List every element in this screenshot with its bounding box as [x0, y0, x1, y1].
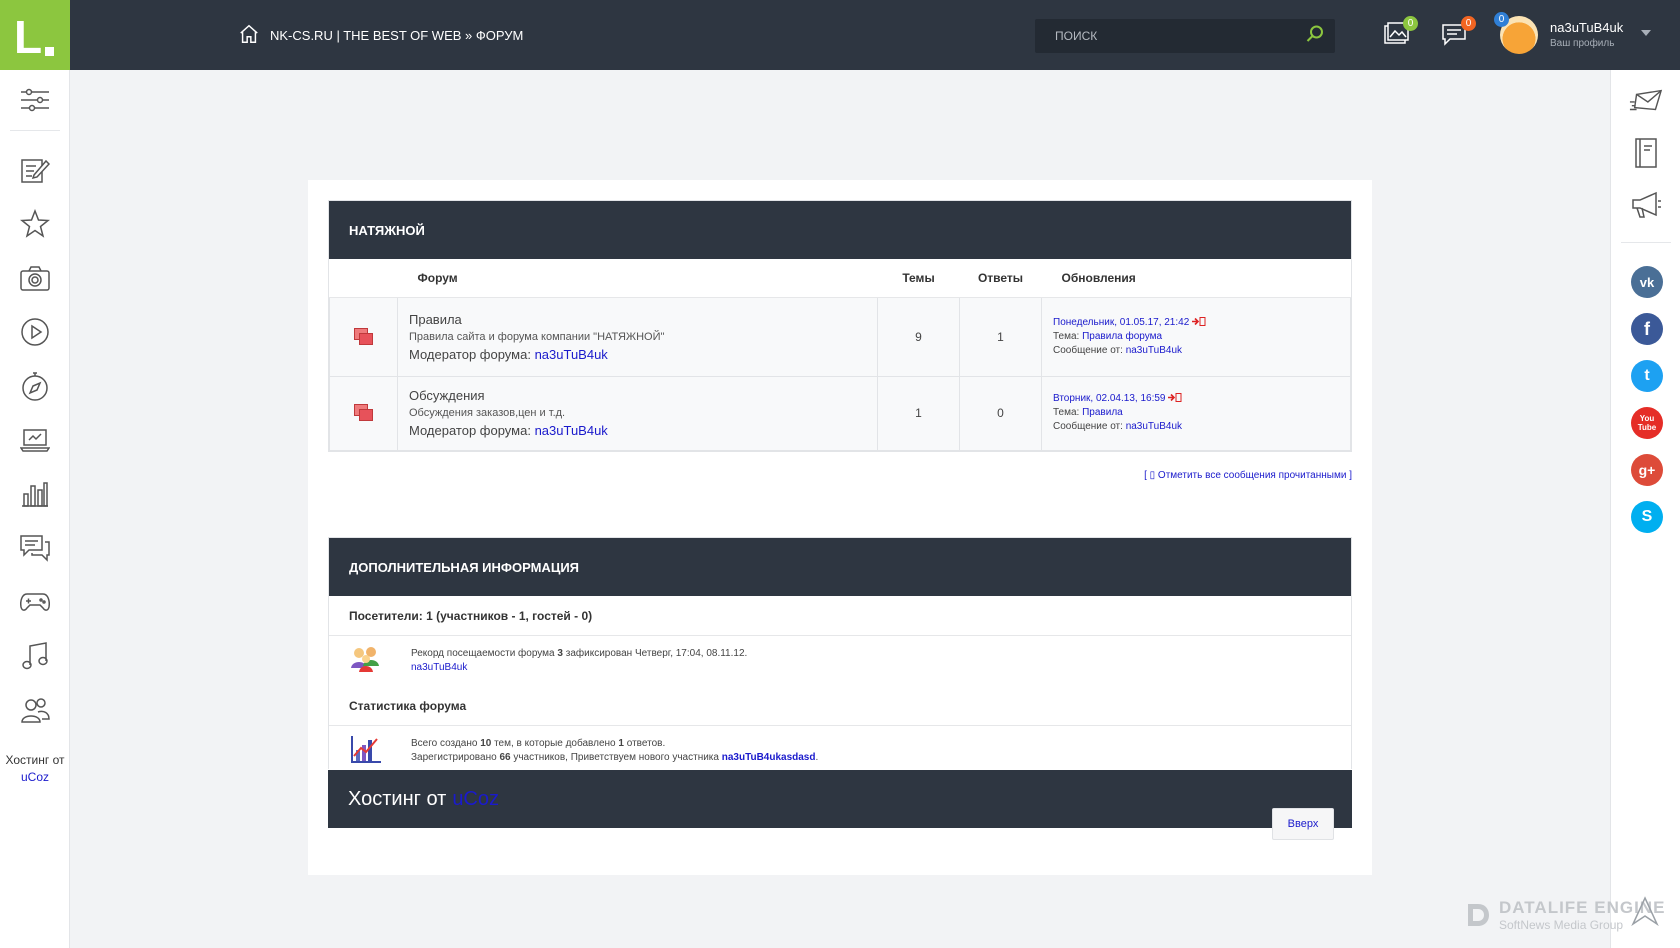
mark-all-read-link[interactable]: [ ▯ Отметить все сообщения прочитанными … [1144, 470, 1352, 481]
compass-icon[interactable] [19, 370, 51, 402]
forum-folder-icon [353, 404, 374, 422]
left-sidebar: Хостинг от uCoz [0, 70, 70, 948]
twitter-icon[interactable]: t [1631, 360, 1663, 392]
laptop-icon[interactable] [19, 424, 51, 456]
forum-description: Правила сайта и форума компании "НАТЯЖНО… [409, 330, 665, 343]
moderator-link[interactable]: na3uTuB4uk [535, 423, 608, 438]
music-note-icon[interactable] [19, 640, 51, 672]
gamepad-icon[interactable] [19, 586, 51, 618]
profile-subtitle[interactable]: Ваш профиль [1550, 38, 1623, 49]
breadcrumb-text[interactable]: NK-CS.RU | THE BEST OF WEB » ФОРУМ [270, 28, 523, 43]
forum-category-panel: НАТЯЖНОЙ Форум Темы Ответы Обновления Пр… [328, 200, 1352, 452]
visitors-title: Посетители: 1 (участников - 1, гостей - … [329, 596, 1351, 636]
topics-count: 1 [877, 375, 960, 451]
record-info: Рекорд посещаемости форума 3 зафиксирова… [329, 636, 1351, 686]
moderator-link[interactable]: na3uTuB4uk [535, 347, 608, 362]
hosting-credit: Хостинг от uCoz [0, 752, 70, 786]
forum-description: Обсуждения заказов,цен и т.д. [409, 407, 566, 419]
facebook-icon[interactable]: f [1631, 313, 1663, 345]
right-sidebar: vk f t You Tube g+ S [1610, 70, 1680, 948]
column-topics: Темы [877, 259, 960, 298]
last-post-date[interactable]: Понедельник, 01.05.17, 21:42 [1053, 317, 1189, 328]
forum-moderator: Модератор форума: na3uTuB4uk [409, 423, 608, 438]
forum-moderator: Модератор форума: na3uTuB4uk [409, 346, 608, 362]
replies-count: 1 [959, 296, 1042, 377]
last-topic-link[interactable]: Правила форума [1082, 331, 1162, 342]
messages-button[interactable]: 0 [1440, 16, 1476, 50]
chat-icon[interactable] [19, 532, 51, 564]
star-icon[interactable] [19, 208, 51, 240]
last-post-date[interactable]: Вторник, 02.04.13, 16:59 [1053, 393, 1165, 404]
profile-name[interactable]: na3uTuB4uk [1550, 20, 1623, 35]
site-logo[interactable]: L [0, 0, 70, 70]
footer-ucoz-link[interactable]: uCoz [452, 788, 499, 811]
forum-name[interactable]: Обсуждения [409, 388, 877, 403]
camera-icon[interactable] [19, 262, 51, 294]
last-update: Вторник, 02.04.13, 16:59 Тема: Правила С… [1041, 375, 1351, 451]
forum-row: Правила Правила сайта и форума компании … [329, 296, 1351, 377]
replies-count: 0 [959, 375, 1042, 451]
footer-bar: Хостинг от uCoz [328, 770, 1352, 828]
search-box [1035, 19, 1335, 53]
last-topic-link[interactable]: Правила [1082, 407, 1123, 418]
record-user-link[interactable]: na3uTuB4uk [411, 662, 467, 673]
forum-row: Обсуждения Обсуждения заказов,цен и т.д.… [329, 375, 1351, 451]
bar-chart-icon[interactable] [19, 478, 51, 510]
go-to-last-post-icon [1168, 393, 1182, 402]
settings-sliders-icon[interactable] [19, 84, 51, 116]
scroll-up-arrow-icon[interactable] [1630, 896, 1660, 931]
messages-badge: 0 [1461, 16, 1476, 31]
profile-badge: 0 [1494, 12, 1509, 27]
search-icon[interactable] [1305, 24, 1325, 49]
search-input[interactable] [1055, 29, 1305, 43]
category-title[interactable]: НАТЯЖНОЙ [329, 201, 1351, 259]
stats-chart-icon [349, 734, 389, 768]
go-to-last-post-icon [1192, 316, 1206, 326]
dle-logo-icon [1468, 904, 1489, 926]
last-author-link[interactable]: na3uTuB4uk [1126, 345, 1182, 356]
profile-menu[interactable]: na3uTuB4uk Ваш профиль [1550, 20, 1623, 49]
forum-table: Форум Темы Ответы Обновления Правила Пра… [329, 259, 1351, 451]
gallery-notifications-button[interactable]: 0 [1382, 16, 1418, 50]
info-title: ДОПОЛНИТЕЛЬНАЯ ИНФОРМАЦИЯ [329, 538, 1351, 596]
youtube-icon[interactable]: You Tube [1631, 407, 1663, 439]
breadcrumb[interactable]: NK-CS.RU | THE BEST OF WEB » ФОРУМ [238, 22, 523, 48]
users-icon[interactable] [19, 694, 51, 726]
gallery-badge: 0 [1403, 16, 1418, 31]
ucoz-link[interactable]: uCoz [0, 769, 70, 786]
edit-note-icon[interactable] [19, 154, 51, 186]
mail-send-icon[interactable] [1629, 84, 1663, 118]
last-update: Понедельник, 01.05.17, 21:42 Тема: Прави… [1041, 296, 1351, 377]
users-group-icon [349, 644, 389, 678]
chevron-down-icon[interactable] [1641, 30, 1651, 36]
top-bar: L NK-CS.RU | THE BEST OF WEB » ФОРУМ 0 0… [0, 0, 1680, 70]
megaphone-icon[interactable] [1629, 188, 1663, 222]
forum-folder-icon [353, 327, 374, 346]
info-panel: ДОПОЛНИТЕЛЬНАЯ ИНФОРМАЦИЯ Посетители: 1 … [328, 537, 1352, 769]
column-replies: Ответы [959, 259, 1042, 298]
avatar[interactable]: 0 [1494, 12, 1538, 54]
forum-container: НАТЯЖНОЙ Форум Темы Ответы Обновления Пр… [308, 180, 1372, 875]
last-author-link[interactable]: na3uTuB4uk [1126, 421, 1182, 432]
footer-hosting-text: Хостинг от [348, 787, 447, 810]
play-icon[interactable] [19, 316, 51, 348]
google-plus-icon[interactable]: g+ [1631, 454, 1663, 486]
column-updates: Обновления [1041, 259, 1351, 298]
new-member-link[interactable]: na3uTuB4ukasdasd [722, 752, 816, 763]
home-icon[interactable] [238, 23, 260, 48]
notebook-icon[interactable] [1629, 136, 1663, 170]
stats-info: Всего создано 10 тем, в которые добавлен… [329, 726, 1351, 776]
scroll-top-button[interactable]: Вверх [1272, 808, 1334, 840]
topics-count: 9 [877, 296, 960, 377]
stats-title: Статистика форума [329, 686, 1351, 726]
vk-icon[interactable]: vk [1631, 266, 1663, 298]
forum-table-header: Форум Темы Ответы Обновления [329, 259, 1351, 298]
column-forum: Форум [397, 259, 878, 298]
forum-name[interactable]: Правила [409, 312, 877, 327]
skype-icon[interactable]: S [1631, 501, 1663, 533]
